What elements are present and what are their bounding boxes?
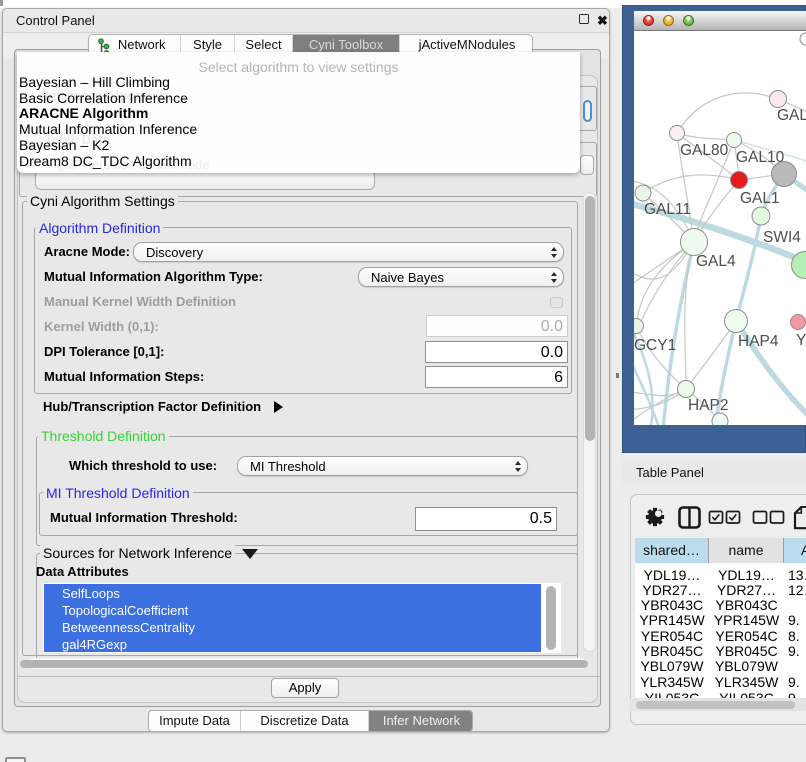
svg-text:GAL11: GAL11	[644, 201, 691, 218]
svg-text:GAL10: GAL10	[736, 149, 785, 166]
svg-text:GAL4: GAL4	[696, 253, 736, 270]
svg-text:HAP2: HAP2	[688, 397, 729, 414]
svg-text:SWI4: SWI4	[763, 229, 801, 246]
svg-text:YJ: YJ	[796, 332, 806, 349]
svg-text:GAL1: GAL1	[740, 190, 780, 207]
svg-text:GAL7: GAL7	[777, 107, 806, 124]
svg-text:GCY1: GCY1	[634, 337, 676, 354]
svg-text:GAL80: GAL80	[680, 142, 729, 159]
svg-text:HAP4: HAP4	[738, 333, 779, 350]
